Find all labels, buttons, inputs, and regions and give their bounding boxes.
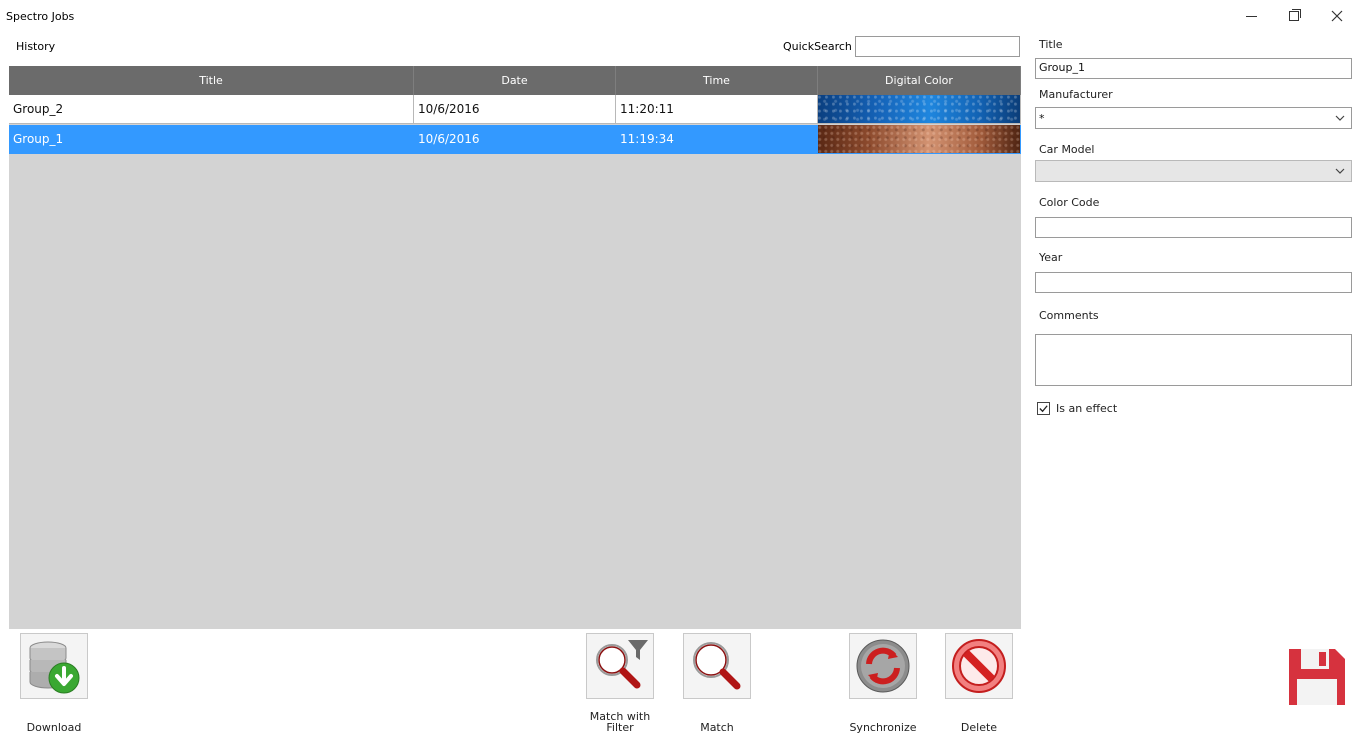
- match-button[interactable]: [683, 633, 751, 699]
- close-button[interactable]: [1319, 4, 1355, 28]
- match-with-filter-button[interactable]: [586, 633, 654, 699]
- manufacturer-value: *: [1039, 111, 1045, 125]
- comments-textarea[interactable]: [1035, 334, 1352, 386]
- cell-digital-color: [818, 125, 1021, 154]
- color-swatch-copper: [818, 125, 1020, 153]
- year-field[interactable]: [1035, 272, 1352, 293]
- close-icon: [1331, 10, 1343, 22]
- synchronize-button[interactable]: [849, 633, 917, 699]
- save-icon: [1289, 649, 1345, 705]
- delete-label: Delete: [960, 721, 998, 734]
- sync-icon: [856, 639, 910, 693]
- history-label: History: [16, 40, 56, 53]
- cell-date: 10/6/2016: [414, 125, 616, 154]
- match-with-filter-label: Match with Filter: [589, 710, 651, 734]
- save-button[interactable]: [1283, 644, 1351, 710]
- color-code-field[interactable]: [1035, 217, 1352, 238]
- jobs-table: Title Date Time Digital Color Group_2 10…: [9, 66, 1021, 629]
- title-field[interactable]: Group_1: [1035, 58, 1352, 79]
- cell-title: Group_1: [9, 125, 414, 154]
- download-button[interactable]: [20, 633, 88, 699]
- column-header-time[interactable]: Time: [616, 66, 818, 95]
- cell-time: 11:20:11: [616, 95, 818, 124]
- minimize-icon: [1245, 15, 1257, 17]
- is-effect-label: Is an effect: [1056, 402, 1118, 415]
- chevron-down-icon: [1335, 115, 1345, 121]
- manufacturer-select[interactable]: *: [1035, 107, 1352, 129]
- color-code-label: Color Code: [1039, 196, 1100, 209]
- manufacturer-label: Manufacturer: [1039, 88, 1113, 101]
- car-model-select[interactable]: [1035, 160, 1352, 182]
- chevron-down-icon: [1335, 168, 1345, 174]
- cell-title: Group_2: [9, 95, 414, 124]
- match-label: Match: [700, 721, 734, 734]
- table-row-selected[interactable]: Group_1 10/6/2016 11:19:34: [9, 125, 1021, 154]
- checkbox-checked-icon: [1037, 402, 1050, 415]
- minimize-button[interactable]: [1233, 4, 1269, 28]
- synchronize-label: Synchronize: [849, 721, 917, 734]
- table-header: Title Date Time Digital Color: [9, 66, 1021, 95]
- column-header-digital-color[interactable]: Digital Color: [818, 66, 1021, 95]
- color-swatch-blue: [818, 95, 1020, 123]
- title-label: Title: [1039, 38, 1063, 51]
- magnifier-filter-icon: [596, 640, 648, 689]
- column-header-title[interactable]: Title: [9, 66, 414, 95]
- restore-icon: [1289, 9, 1301, 21]
- year-label: Year: [1039, 251, 1063, 264]
- magnifier-icon: [693, 642, 741, 690]
- quicksearch-label: QuickSearch: [783, 40, 852, 53]
- window-title: Spectro Jobs: [6, 10, 75, 23]
- quicksearch-input[interactable]: [855, 36, 1020, 57]
- restore-button[interactable]: [1276, 4, 1312, 28]
- delete-icon: [952, 639, 1006, 693]
- cell-time: 11:19:34: [616, 125, 818, 154]
- column-header-date[interactable]: Date: [414, 66, 616, 95]
- comments-label: Comments: [1039, 309, 1099, 322]
- database-download-icon: [29, 641, 80, 694]
- is-effect-checkbox[interactable]: Is an effect: [1037, 402, 1117, 415]
- delete-button[interactable]: [945, 633, 1013, 699]
- download-label: Download: [26, 721, 82, 734]
- cell-digital-color: [818, 95, 1021, 124]
- car-model-label: Car Model: [1039, 143, 1095, 156]
- cell-date: 10/6/2016: [414, 95, 616, 124]
- table-row[interactable]: Group_2 10/6/2016 11:20:11: [9, 95, 1021, 124]
